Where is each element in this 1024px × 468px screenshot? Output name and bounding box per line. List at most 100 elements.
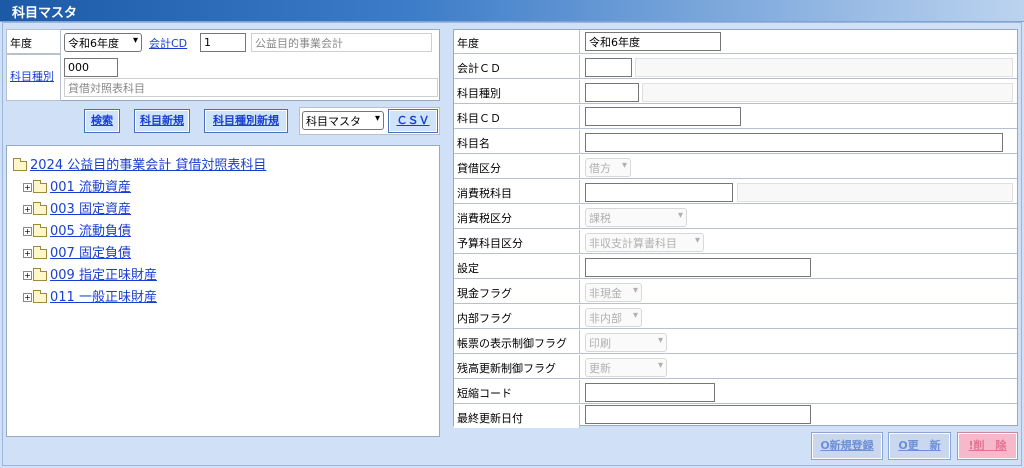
kaikei-cd-field[interactable] bbox=[585, 58, 632, 77]
shubetsu-name-field bbox=[64, 78, 438, 97]
shohizei-kamoku-name-display bbox=[737, 183, 1013, 202]
nendo-select-value: 令和6年度 bbox=[68, 37, 119, 50]
form-row-yosan: 予算科目区分 非収支計算書科目 ▾ bbox=[454, 230, 1017, 254]
folder-icon bbox=[33, 245, 47, 259]
form-label: 年度 bbox=[454, 30, 580, 53]
folder-icon bbox=[33, 179, 47, 193]
kaikei-cd-link[interactable]: 会計CD bbox=[149, 35, 187, 51]
form-label: 設定 bbox=[454, 255, 580, 278]
shubetsu-field[interactable] bbox=[585, 83, 639, 102]
tree-item-label[interactable]: 005 流動負債 bbox=[50, 224, 131, 239]
nendo-select[interactable]: 令和6年度 ▾ bbox=[64, 33, 142, 52]
nendo-field[interactable] bbox=[585, 32, 721, 51]
expand-icon[interactable]: + bbox=[23, 227, 32, 236]
shohizei-kamoku-field[interactable] bbox=[585, 183, 733, 202]
form-row-shohizei-kubun: 消費税区分 課税 ▾ bbox=[454, 205, 1017, 229]
expand-icon[interactable]: + bbox=[23, 249, 32, 258]
tree-item[interactable]: +001 流動資産 bbox=[23, 176, 131, 195]
delete-button[interactable]: !削 除 bbox=[957, 432, 1018, 460]
shubetsu-code-input[interactable] bbox=[64, 58, 118, 77]
tree-item-label[interactable]: 003 固定資産 bbox=[50, 202, 131, 217]
shohizei-kubun-select: 課税 ▾ bbox=[585, 208, 687, 227]
new-shubetsu-button[interactable]: 科目種別新規 bbox=[204, 109, 288, 133]
nendo-label-cell: 年度 bbox=[6, 29, 61, 54]
tree-item-label[interactable]: 009 指定正味財産 bbox=[50, 268, 157, 283]
expand-icon[interactable]: + bbox=[23, 293, 32, 302]
tree-panel: 2024 公益目的事業会計 貸借対照表科目 +001 流動資産 +003 固定資… bbox=[6, 145, 440, 437]
shubetsu-link[interactable]: 科目種別 bbox=[10, 68, 54, 84]
zandaka-flag-select: 更新 ▾ bbox=[585, 358, 667, 377]
yosan-kubun-select: 非収支計算書科目 ▾ bbox=[585, 233, 704, 252]
new-kamoku-button[interactable]: 科目新規 bbox=[134, 109, 190, 133]
expand-icon[interactable]: + bbox=[23, 205, 32, 214]
form-row-nendo: 年度 bbox=[454, 30, 1017, 54]
folder-icon bbox=[33, 267, 47, 281]
settei-field[interactable] bbox=[585, 258, 811, 277]
chevron-down-icon: ▾ bbox=[621, 160, 627, 171]
tanshuku-code-field[interactable] bbox=[585, 383, 715, 402]
form-row-kaikei: 会計ＣＤ bbox=[454, 55, 1017, 79]
folder-icon bbox=[33, 289, 47, 303]
register-button[interactable]: O新規登録 bbox=[811, 432, 883, 460]
kamoku-cd-field[interactable] bbox=[585, 107, 741, 126]
form-row-genkin: 現金フラグ 非現金 ▾ bbox=[454, 280, 1017, 304]
form-row-shubetsu: 科目種別 bbox=[454, 80, 1017, 104]
chevron-down-icon: ▾ bbox=[132, 35, 138, 46]
chevron-down-icon: ▾ bbox=[694, 235, 700, 246]
csv-target-select[interactable]: 科目マスタ ▾ bbox=[302, 111, 384, 130]
kaikei-name-field bbox=[251, 33, 432, 52]
tree-root[interactable]: 2024 公益目的事業会計 貸借対照表科目 bbox=[13, 154, 266, 173]
kaikei-code-input[interactable] bbox=[200, 33, 246, 52]
update-button[interactable]: O更 新 bbox=[888, 432, 951, 460]
open-folder-icon bbox=[13, 157, 27, 171]
nendo-label: 年度 bbox=[10, 37, 32, 50]
form-row-zandaka: 残高更新制御フラグ 更新 ▾ bbox=[454, 355, 1017, 379]
form-label: 予算科目区分 bbox=[454, 230, 580, 253]
expand-icon[interactable]: + bbox=[23, 183, 32, 192]
tree-item[interactable]: +011 一般正味財産 bbox=[23, 286, 157, 305]
title-bar: 科目マスタ bbox=[0, 0, 1024, 22]
folder-icon bbox=[33, 201, 47, 215]
kamoku-name-field[interactable] bbox=[585, 133, 1003, 152]
form-row-shohizei-kamoku: 消費税科目 bbox=[454, 180, 1017, 204]
naibu-flag-value: 非内部 bbox=[589, 312, 622, 325]
form-label: 科目種別 bbox=[454, 80, 580, 103]
expand-icon[interactable]: + bbox=[23, 271, 32, 280]
folder-icon bbox=[33, 223, 47, 237]
form-label: 最終更新日付 bbox=[454, 405, 580, 428]
form-label: 消費税区分 bbox=[454, 205, 580, 228]
zandaka-flag-value: 更新 bbox=[589, 362, 611, 375]
chevron-down-icon: ▾ bbox=[632, 310, 638, 321]
genkin-flag-value: 非現金 bbox=[589, 287, 622, 300]
tree-item-label[interactable]: 011 一般正味財産 bbox=[50, 290, 157, 305]
tree-root-label[interactable]: 2024 公益目的事業会計 貸借対照表科目 bbox=[30, 158, 266, 173]
chevron-down-icon: ▾ bbox=[657, 360, 663, 371]
chevron-down-icon: ▾ bbox=[657, 335, 663, 346]
kaikei-name-display bbox=[635, 58, 1013, 77]
tree-item-label[interactable]: 001 流動資産 bbox=[50, 180, 131, 195]
form-label: 短縮コード bbox=[454, 380, 580, 403]
tree-item-label[interactable]: 007 固定負債 bbox=[50, 246, 131, 261]
naibu-flag-select: 非内部 ▾ bbox=[585, 308, 642, 327]
chevron-down-icon: ▾ bbox=[374, 113, 380, 124]
tree-item[interactable]: +005 流動負債 bbox=[23, 220, 131, 239]
form-row-kamoku-cd: 科目ＣＤ bbox=[454, 105, 1017, 129]
tree-item[interactable]: +003 固定資産 bbox=[23, 198, 131, 217]
chohyo-flag-select: 印刷 ▾ bbox=[585, 333, 667, 352]
tree-item[interactable]: +009 指定正味財産 bbox=[23, 264, 157, 283]
tree-item[interactable]: +007 固定負債 bbox=[23, 242, 131, 261]
search-button[interactable]: 検索 bbox=[84, 109, 120, 133]
form-row-naibu: 内部フラグ 非内部 ▾ bbox=[454, 305, 1017, 329]
form-row-chohyo: 帳票の表示制御フラグ 印刷 ▾ bbox=[454, 330, 1017, 354]
last-updated-field[interactable] bbox=[585, 405, 811, 424]
form-label: 帳票の表示制御フラグ bbox=[454, 330, 580, 353]
form-row-taishaku: 貸借区分 借方 ▾ bbox=[454, 155, 1017, 179]
csv-button[interactable]: ＣＳＶ bbox=[388, 109, 438, 133]
chevron-down-icon: ▾ bbox=[677, 210, 683, 221]
genkin-flag-select: 非現金 ▾ bbox=[585, 283, 642, 302]
form-label: 科目名 bbox=[454, 130, 580, 153]
csv-target-value: 科目マスタ bbox=[306, 115, 361, 128]
shubetsu-label-cell: 科目種別 bbox=[6, 54, 61, 101]
form-label: 内部フラグ bbox=[454, 305, 580, 328]
form-label: 貸借区分 bbox=[454, 155, 580, 178]
